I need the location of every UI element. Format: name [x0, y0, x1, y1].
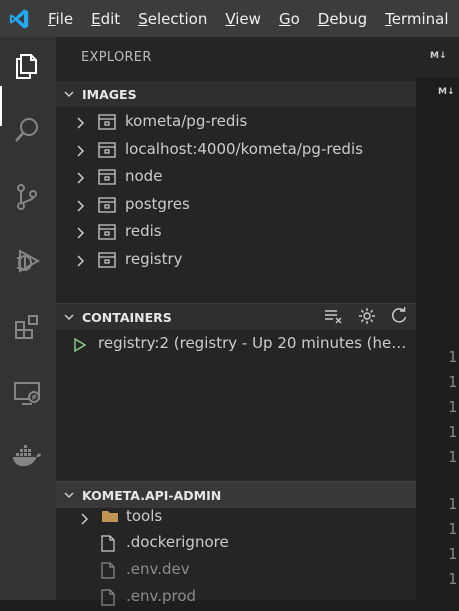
refresh-icon[interactable]	[390, 306, 408, 328]
file-icon	[101, 562, 115, 583]
remote-explorer-icon[interactable]	[10, 376, 44, 410]
image-item[interactable]: registry	[56, 247, 416, 274]
image-icon	[98, 251, 116, 272]
chevron-right-icon	[80, 511, 90, 529]
menu-selection[interactable]: Selection	[138, 10, 207, 28]
image-icon	[98, 196, 116, 217]
chevron-right-icon	[76, 143, 86, 161]
image-label: redis	[125, 222, 162, 240]
image-label: localhost:4000/kometa/pg-redis	[125, 139, 363, 158]
explorer-sidebar: EXPLORER IMAGES kometa/pg-redis localhost…	[56, 37, 416, 606]
sidebar-title: EXPLORER	[81, 50, 152, 65]
markdown-icon[interactable]: M↓	[430, 51, 447, 61]
folder-row-tools[interactable]: tools	[56, 505, 416, 531]
activity-bar	[0, 37, 56, 600]
file-label: .env.prod	[126, 587, 197, 605]
line-number: 1	[448, 348, 458, 366]
source-control-icon[interactable]	[10, 180, 44, 214]
images-section-header[interactable]: IMAGES	[56, 81, 416, 107]
project-section-header[interactable]: KOMETA.API-ADMIN	[56, 481, 416, 508]
chevron-right-icon	[76, 115, 86, 133]
containers-section-header[interactable]: CONTAINERS	[56, 303, 416, 330]
menu-view[interactable]: View	[225, 10, 261, 28]
line-number: 1	[448, 520, 458, 538]
image-item[interactable]: postgres	[56, 192, 416, 219]
title-bar: File Edit Selection View Go Debug Terminal	[0, 0, 459, 37]
image-item[interactable]: node	[56, 164, 416, 191]
image-label: node	[125, 167, 163, 185]
file-row-env-prod[interactable]: .env.prod	[56, 585, 416, 611]
active-indicator	[0, 86, 2, 126]
docker-icon[interactable]	[10, 440, 44, 474]
editor-tab-bar: M↓	[416, 37, 459, 77]
image-icon	[98, 224, 116, 244]
image-item[interactable]: kometa/pg-redis	[56, 109, 416, 136]
gear-icon[interactable]	[358, 307, 376, 328]
line-number: 1	[448, 448, 458, 466]
running-status-icon	[74, 337, 87, 356]
chevron-down-icon	[56, 311, 82, 323]
file-label: tools	[126, 507, 163, 525]
containers-section-title: CONTAINERS	[82, 309, 172, 325]
line-number: 1	[448, 423, 458, 441]
file-icon	[101, 535, 115, 556]
menu-go[interactable]: Go	[279, 10, 300, 28]
image-label: registry	[125, 249, 183, 268]
file-label: .dockerignore	[126, 533, 229, 551]
image-icon	[98, 169, 116, 189]
menu-bar: File Edit Selection View Go Debug Terminal	[48, 0, 459, 37]
chevron-right-icon	[76, 253, 86, 271]
extensions-icon[interactable]	[10, 310, 44, 344]
chevron-right-icon	[76, 198, 86, 216]
image-icon	[98, 114, 116, 134]
image-label: postgres	[125, 194, 190, 213]
chevron-right-icon	[76, 170, 86, 188]
line-number: 1	[448, 495, 458, 513]
chevron-down-icon	[56, 489, 82, 501]
image-label: kometa/pg-redis	[125, 112, 248, 130]
chevron-right-icon	[76, 225, 86, 243]
folder-icon	[101, 509, 119, 527]
container-item[interactable]: registry:2 (registry - Up 20 minutes (he…	[56, 331, 416, 358]
image-item[interactable]: redis	[56, 219, 416, 246]
menu-terminal[interactable]: Terminal	[385, 10, 448, 28]
debug-icon[interactable]	[10, 244, 44, 278]
search-icon[interactable]	[10, 113, 44, 147]
image-icon	[98, 141, 116, 162]
line-number: 1	[448, 373, 458, 391]
image-item[interactable]: localhost:4000/kometa/pg-redis	[56, 137, 416, 164]
file-label: .env.dev	[126, 560, 190, 578]
images-section-title: IMAGES	[82, 86, 137, 102]
explorer-icon[interactable]	[10, 49, 44, 83]
container-label: registry:2 (registry - Up 20 minutes (he…	[98, 334, 410, 352]
editor-area: M↓ M↓ 1 1 1 1 1 1 1 1 1	[416, 37, 459, 600]
menu-edit[interactable]: Edit	[91, 10, 120, 28]
file-row-env-dev[interactable]: .env.dev	[56, 558, 416, 584]
project-section-title: KOMETA.API-ADMIN	[82, 487, 222, 503]
prune-containers-icon[interactable]	[324, 308, 344, 327]
line-number: 1	[448, 545, 458, 563]
vscode-logo-icon	[9, 9, 29, 29]
markdown-icon[interactable]: M↓	[438, 87, 455, 97]
menu-debug[interactable]: Debug	[318, 10, 367, 28]
file-row-dockerignore[interactable]: .dockerignore	[56, 531, 416, 557]
menu-file[interactable]: File	[48, 10, 73, 28]
line-number: 1	[448, 570, 458, 588]
line-number: 1	[448, 398, 458, 416]
chevron-down-icon	[56, 88, 82, 100]
